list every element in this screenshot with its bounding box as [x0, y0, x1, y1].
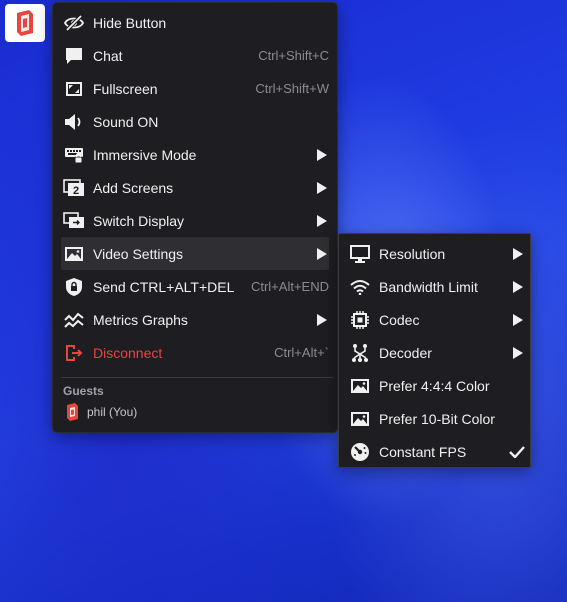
chevron-right-icon	[317, 148, 327, 161]
menu-item-shortcut: Ctrl+Alt+END	[250, 279, 329, 294]
graph-icon	[63, 309, 85, 331]
svg-text:2: 2	[73, 185, 79, 197]
menu-item-label: Disconnect	[93, 344, 163, 361]
submenu-item-label: Prefer 4:4:4 Color	[379, 377, 490, 394]
menu-item-label: Sound ON	[93, 113, 159, 130]
chevron-right-icon	[317, 247, 327, 260]
menu-item-shortcut: Ctrl+Shift+C	[258, 48, 329, 63]
shield-lock-icon	[63, 276, 85, 298]
menu-item-metrics-graphs[interactable]: Metrics Graphs	[61, 303, 329, 336]
app-logo-icon	[14, 10, 36, 36]
decoder-icon	[349, 342, 371, 364]
menu-item-label: Metrics Graphs	[93, 311, 188, 328]
app-launcher-button[interactable]	[5, 4, 45, 42]
chevron-right-icon	[513, 313, 523, 326]
context-menu: Hide Button Chat Ctrl+Shift+C Fullscreen…	[52, 2, 338, 433]
menu-item-chat[interactable]: Chat Ctrl+Shift+C	[61, 39, 329, 72]
submenu-item-label: Decoder	[379, 344, 432, 361]
submenu-item-label: Constant FPS	[379, 443, 467, 460]
image-icon	[349, 375, 371, 397]
chevron-right-icon	[317, 313, 327, 326]
monitor-icon	[349, 243, 371, 265]
chevron-right-icon	[513, 247, 523, 260]
submenu-item-resolution[interactable]: Resolution	[347, 237, 525, 270]
menu-item-send-ctrl-alt-del[interactable]: Send CTRL+ALT+DEL Ctrl+Alt+END	[61, 270, 329, 303]
menu-item-fullscreen[interactable]: Fullscreen Ctrl+Shift+W	[61, 72, 329, 105]
guest-name: phil (You)	[87, 405, 138, 419]
disconnect-icon	[63, 342, 85, 364]
submenu-item-bandwidth-limit[interactable]: Bandwidth Limit	[347, 270, 525, 303]
submenu-item-constant-fps[interactable]: Constant FPS	[347, 435, 525, 468]
menu-item-label: Fullscreen	[93, 80, 158, 97]
fullscreen-icon	[63, 78, 85, 100]
menu-item-disconnect[interactable]: Disconnect Ctrl+Alt+`	[61, 336, 329, 369]
chevron-right-icon	[513, 346, 523, 359]
wifi-icon	[349, 276, 371, 298]
chip-icon	[349, 309, 371, 331]
menu-item-label: Chat	[93, 47, 123, 64]
menu-item-label: Hide Button	[93, 14, 167, 31]
image-icon	[63, 243, 85, 265]
submenu-item-prefer-10-bit-color[interactable]: Prefer 10-Bit Color	[347, 402, 525, 435]
submenu-item-decoder[interactable]: Decoder	[347, 336, 525, 369]
chevron-right-icon	[317, 214, 327, 227]
submenu-item-label: Resolution	[379, 245, 446, 262]
video-settings-submenu: Resolution Bandwidth Limit Codec Decoder…	[338, 233, 531, 468]
guest-list-item[interactable]: phil (You)	[65, 403, 137, 421]
gauge-icon	[349, 441, 371, 463]
chat-bubble-icon	[63, 45, 85, 67]
submenu-item-label: Prefer 10-Bit Color	[379, 410, 495, 427]
menu-item-label: Immersive Mode	[93, 146, 197, 163]
menu-item-shortcut: Ctrl+Shift+W	[255, 81, 329, 96]
menu-item-label: Switch Display	[93, 212, 185, 229]
menu-item-switch-display[interactable]: Switch Display	[61, 204, 329, 237]
guest-avatar-icon	[65, 403, 79, 421]
menu-item-sound[interactable]: Sound ON	[61, 105, 329, 138]
submenu-item-prefer-444-color[interactable]: Prefer 4:4:4 Color	[347, 369, 525, 402]
menu-item-label: Add Screens	[93, 179, 174, 196]
menu-item-shortcut: Ctrl+Alt+`	[274, 345, 329, 360]
chevron-right-icon	[513, 280, 523, 293]
image-icon	[349, 408, 371, 430]
switch-display-icon	[63, 210, 85, 232]
keyboard-lock-icon	[63, 144, 85, 166]
chevron-right-icon	[317, 181, 327, 194]
menu-divider	[61, 377, 333, 378]
add-screens-icon: 2	[63, 177, 85, 199]
submenu-item-label: Codec	[379, 311, 420, 328]
menu-item-add-screens[interactable]: 2 Add Screens	[61, 171, 329, 204]
menu-item-label: Video Settings	[93, 245, 184, 262]
eye-slash-icon	[63, 12, 85, 34]
menu-item-hide-button[interactable]: Hide Button	[61, 6, 329, 39]
checkmark-icon	[509, 445, 525, 458]
guests-header: Guests	[63, 384, 104, 398]
menu-item-immersive-mode[interactable]: Immersive Mode	[61, 138, 329, 171]
menu-item-video-settings[interactable]: Video Settings	[61, 237, 329, 270]
submenu-item-label: Bandwidth Limit	[379, 278, 478, 295]
submenu-item-codec[interactable]: Codec	[347, 303, 525, 336]
speaker-icon	[63, 111, 85, 133]
menu-item-label: Send CTRL+ALT+DEL	[93, 278, 235, 295]
